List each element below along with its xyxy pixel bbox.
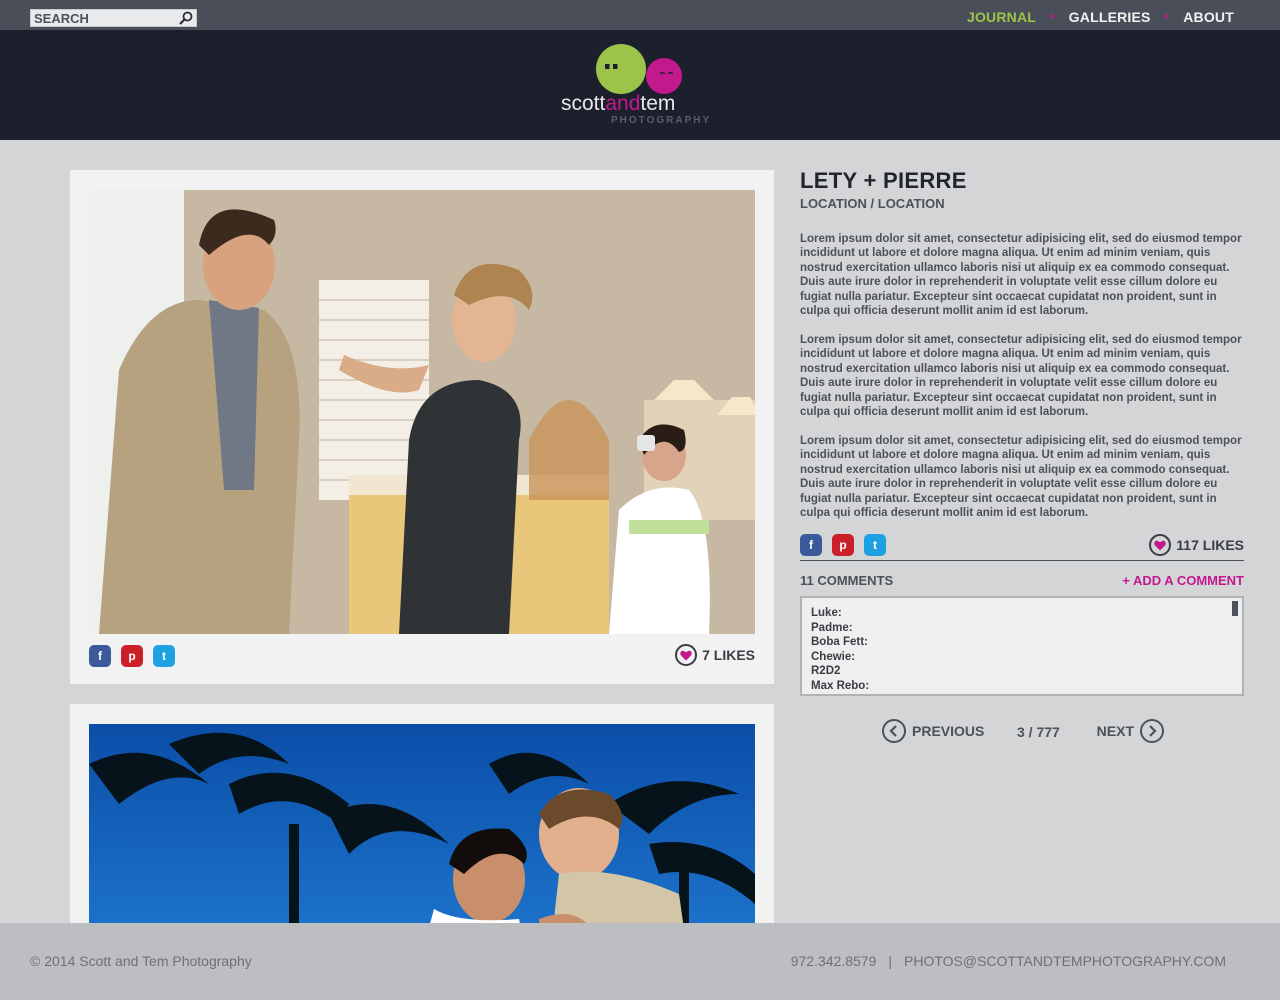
post-likes-count: 7 LIKES <box>702 647 755 663</box>
nav-separator: + <box>1049 11 1056 23</box>
facebook-icon: f <box>809 538 813 552</box>
logo-tagline: PHOTOGRAPHY <box>611 115 711 126</box>
main-nav: JOURNAL + GALLERIES + ABOUT <box>967 9 1234 25</box>
site-logo[interactable]: scottandtem PHOTOGRAPHY <box>560 43 722 128</box>
journal-post: f p t 7 LIKES <box>70 170 774 684</box>
post-like-button[interactable]: 117 LIKES <box>1149 534 1244 556</box>
comment-item: Chewie: <box>811 650 856 663</box>
twitter-share-button[interactable]: t <box>864 534 886 556</box>
pinterest-share-button[interactable]: p <box>121 645 143 667</box>
nav-about[interactable]: ABOUT <box>1183 9 1234 25</box>
previous-label: PREVIOUS <box>912 723 985 739</box>
comment-item: R2D2 <box>811 665 841 677</box>
comment-item: Max Rebo: <box>811 679 870 692</box>
chevron-left-icon <box>882 719 906 743</box>
twitter-share-button[interactable]: t <box>153 645 175 667</box>
post-description: Lorem ipsum dolor sit amet, consectetur … <box>800 232 1244 521</box>
search-box <box>30 9 197 27</box>
twitter-icon: t <box>162 649 166 663</box>
comment-item: Boba Fett: <box>811 636 868 648</box>
comments-panel[interactable]: Luke: Padme: Boba Fett: Chewie: R2D2 Max… <box>800 596 1244 696</box>
post-social-buttons: f p t <box>800 534 886 556</box>
nav-journal[interactable]: JOURNAL <box>967 9 1036 25</box>
description-paragraph: Lorem ipsum dolor sit amet, consectetur … <box>800 334 1242 419</box>
facebook-share-button[interactable]: f <box>89 645 111 667</box>
logo-word-tem: tem <box>640 92 675 115</box>
search-icon[interactable] <box>178 11 194 25</box>
comments-list: Luke: Padme: Boba Fett: Chewie: R2D2 Max… <box>802 598 1242 693</box>
heart-icon <box>1149 534 1172 556</box>
next-label: NEXT <box>1096 723 1134 739</box>
post-likes-count: 117 LIKES <box>1176 537 1244 553</box>
comment-item: Luke: <box>811 607 842 619</box>
comment-item: Padme: <box>811 621 853 634</box>
top-bar: JOURNAL + GALLERIES + ABOUT <box>0 0 1280 30</box>
facebook-icon: f <box>98 649 102 663</box>
pinterest-icon: p <box>839 538 847 552</box>
post-location: LOCATION / LOCATION <box>800 196 945 211</box>
post-details: LETY + PIERRE LOCATION / LOCATION Lorem … <box>800 168 1244 743</box>
comments-scrollbar[interactable] <box>1232 601 1238 616</box>
search-input[interactable] <box>31 10 174 26</box>
pinterest-icon: p <box>128 649 136 663</box>
facebook-share-button[interactable]: f <box>800 534 822 556</box>
footer-phone[interactable]: 972.342.8579 <box>791 953 877 969</box>
copyright-text: © 2014 Scott and Tem Photography <box>30 953 252 969</box>
nav-separator: + <box>1163 11 1171 23</box>
description-paragraph: Lorem ipsum dolor sit amet, consectetur … <box>800 233 1242 318</box>
logo-word-scott: scott <box>561 92 606 115</box>
post-photo[interactable] <box>89 190 755 634</box>
post-title: LETY + PIERRE <box>800 168 967 193</box>
site-footer: © 2014 Scott and Tem Photography 972.342… <box>0 923 1280 1000</box>
comments-count: 11 COMMENTS <box>800 573 894 588</box>
footer-email-link[interactable]: PHOTOS@SCOTTANDTEMPHOTOGRAPHY.COM <box>904 953 1226 969</box>
heart-icon <box>675 644 698 666</box>
footer-divider: | <box>888 953 892 969</box>
post-like-button[interactable]: 7 LIKES <box>675 644 755 666</box>
post-social-buttons: f p t <box>89 645 175 667</box>
pinterest-share-button[interactable]: p <box>832 534 854 556</box>
post-pager: PREVIOUS 3 / 777 NEXT <box>882 719 1164 747</box>
chevron-right-icon <box>1140 719 1164 743</box>
add-comment-link[interactable]: + ADD A COMMENT <box>1122 573 1244 588</box>
logo-word-and: and <box>605 92 640 115</box>
divider <box>800 560 1244 561</box>
pager-count: 3 / 777 <box>1017 724 1060 740</box>
description-paragraph: Lorem ipsum dolor sit amet, consectetur … <box>800 435 1242 520</box>
previous-button[interactable]: PREVIOUS <box>882 719 984 743</box>
twitter-icon: t <box>873 538 877 552</box>
next-button[interactable]: NEXT <box>1097 719 1164 743</box>
site-header: scottandtem PHOTOGRAPHY <box>0 30 1280 140</box>
footer-contact: 972.342.8579 | PHOTOS@SCOTTANDTEMPHOTOGR… <box>791 953 1226 969</box>
svg-text:scottandtem: scottandtem <box>561 92 675 115</box>
nav-galleries[interactable]: GALLERIES <box>1069 9 1151 25</box>
